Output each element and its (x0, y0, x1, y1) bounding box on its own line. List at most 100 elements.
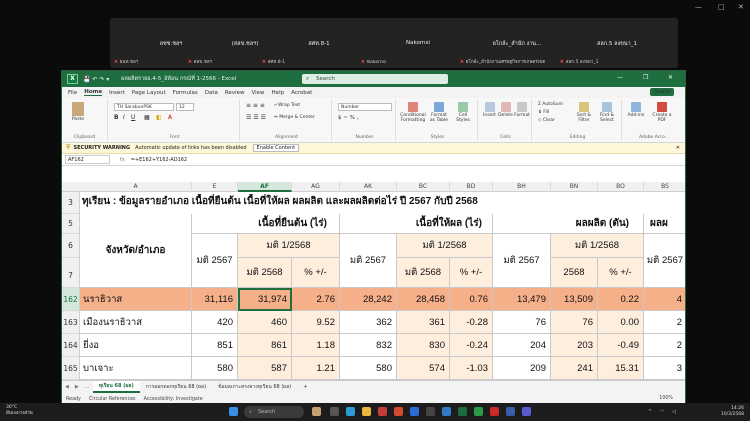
row-header[interactable]: 6 (62, 234, 80, 258)
data-cell[interactable]: -0.28 (450, 311, 493, 334)
column-header[interactable]: AF (238, 182, 292, 192)
district-cell[interactable]: เมืองนราธิวาส (80, 311, 192, 334)
tab-data[interactable]: Data (205, 90, 218, 96)
paste-button[interactable]: Paste (68, 102, 88, 122)
zoom-level[interactable]: 100% (659, 396, 673, 401)
data-cell[interactable]: 861 (238, 334, 292, 357)
delete-cells-button[interactable]: Delete (498, 102, 513, 118)
row-header[interactable]: 163 (62, 311, 80, 334)
acrobat-icon[interactable] (490, 407, 499, 416)
borders-icon[interactable]: ▦ (144, 115, 150, 121)
standing-area-header[interactable]: เนื้อที่ยืนต้น (ไร่) (192, 214, 340, 234)
cell-styles-button[interactable]: Cell Styles (452, 102, 474, 123)
data-cell[interactable]: 4 (644, 288, 685, 311)
format-cells-button[interactable]: Format (514, 102, 530, 118)
app-icon[interactable] (378, 407, 387, 416)
tab-insert[interactable]: Insert (109, 90, 125, 96)
data-cell[interactable]: 362 (340, 311, 397, 334)
data-cell[interactable]: 1.18 (292, 334, 340, 357)
name-box[interactable]: AF162 (65, 155, 110, 164)
weather-widget[interactable]: 30°C มีเมฆบางส่วน (6, 405, 33, 417)
data-cell[interactable]: -1.03 (450, 357, 493, 380)
find-select-button[interactable]: Find & Select (596, 102, 618, 123)
number-format-select[interactable]: Number (338, 103, 392, 111)
tab-formulas[interactable]: Formulas (173, 90, 198, 96)
data-cell[interactable]: 31,116 (192, 288, 238, 311)
font-color-icon[interactable]: A (168, 115, 172, 121)
data-cell[interactable]: 28,242 (340, 288, 397, 311)
data-cell[interactable]: 28,458 (397, 288, 450, 311)
sub-2568-header[interactable]: 2568 (551, 258, 598, 288)
italic-button[interactable]: I (123, 115, 125, 121)
yield-header[interactable]: ผลผ (644, 214, 685, 234)
data-cell[interactable]: 2.76 (292, 288, 340, 311)
data-cell[interactable]: 76 (493, 311, 551, 334)
data-cell[interactable]: 580 (340, 357, 397, 380)
survey-2568-header[interactable]: มติ 1/2568 (397, 234, 493, 258)
data-cell[interactable]: 587 (238, 357, 292, 380)
selected-cell[interactable]: 31,974 (238, 288, 292, 311)
teams-icon[interactable] (522, 407, 531, 416)
accessibility-status[interactable]: Accessibility: Investigate (144, 397, 203, 402)
insert-cells-button[interactable]: Insert (482, 102, 497, 118)
data-cell[interactable]: 76 (551, 311, 598, 334)
share-button[interactable]: Share (650, 88, 674, 96)
column-header[interactable]: BH (493, 182, 551, 192)
enable-content-button[interactable]: Enable Content (252, 144, 300, 152)
survey-2567-header[interactable]: มติ 2567 (192, 234, 238, 288)
survey-2567-header[interactable]: มติ 2567 (340, 234, 397, 288)
close-icon[interactable]: ✕ (738, 3, 744, 11)
district-cell[interactable]: ยี่งอ (80, 334, 192, 357)
volume-icon[interactable]: ◁ (672, 409, 676, 415)
data-cell[interactable]: 15.31 (598, 357, 644, 380)
create-pdf-button[interactable]: Create a PDF (650, 102, 674, 123)
pct-header[interactable]: % +/- (292, 258, 340, 288)
tab-acrobat[interactable]: Acrobat (291, 90, 312, 96)
fill-button[interactable]: ⬇ Fill (538, 110, 549, 115)
word-icon[interactable] (442, 407, 451, 416)
data-cell[interactable]: 460 (238, 311, 292, 334)
row-header[interactable]: 164 (62, 334, 80, 357)
app-icon[interactable] (426, 407, 435, 416)
data-cell[interactable]: 9.52 (292, 311, 340, 334)
font-name-select[interactable]: TH SarabunPSK (114, 103, 174, 111)
format-as-table-button[interactable]: Format as Table (428, 102, 450, 123)
wrap-text-button[interactable]: ⤶ Wrap Text (274, 103, 300, 108)
survey-2567-header[interactable]: มติ 2567 (644, 234, 685, 288)
maximize-icon[interactable]: □ (718, 3, 725, 11)
row-header[interactable]: 162 (62, 288, 80, 311)
underline-button[interactable]: U (131, 115, 135, 121)
tab-view[interactable]: View (251, 90, 264, 96)
tab-help[interactable]: Help (272, 90, 285, 96)
district-cell[interactable]: นราธิวาส (80, 288, 192, 311)
data-cell[interactable]: 580 (192, 357, 238, 380)
close-icon[interactable]: ✕ (676, 145, 680, 151)
edge-icon[interactable] (346, 407, 355, 416)
task-view-icon[interactable] (330, 407, 339, 416)
tab-prev-icon[interactable]: ◀ (65, 384, 69, 390)
wifi-icon[interactable]: ◠ (660, 409, 664, 415)
pct-header[interactable]: % +/- (598, 258, 644, 288)
column-header[interactable]: E (192, 182, 238, 192)
minimize-icon[interactable]: — (695, 3, 702, 11)
taskbar-search[interactable]: ⌕ Search (244, 406, 304, 418)
data-cell[interactable]: 13,479 (493, 288, 551, 311)
district-cell[interactable]: บาเจาะ (80, 357, 192, 380)
align-top-icon[interactable]: ≡ ≡ ≡ (246, 103, 265, 109)
fx-icon[interactable]: fx (120, 157, 125, 163)
data-cell[interactable]: 2 (644, 311, 685, 334)
data-cell[interactable]: 0.22 (598, 288, 644, 311)
data-cell[interactable]: 209 (493, 357, 551, 380)
sheet-title[interactable]: ทุเรียน : ข้อมูลรายอำเภอ เนื้อที่ยืนต้น … (82, 194, 478, 209)
addins-button[interactable]: Add-ins (626, 102, 646, 118)
participant-tile[interactable]: สลก.5 ลงขนา_1 ✖ สลก.5 ลงขนา_1 (556, 18, 678, 68)
data-cell[interactable]: 830 (397, 334, 450, 357)
row-header[interactable]: 3 (62, 192, 80, 214)
harvested-area-header[interactable]: เนื้อที่ให้ผล (ไร่) (340, 214, 493, 234)
data-cell[interactable]: 203 (551, 334, 598, 357)
column-header[interactable]: A (80, 182, 192, 192)
sheet-tab[interactable]: การออกดอกทุเรียน 68 (ผล) (140, 383, 212, 391)
data-cell[interactable]: 851 (192, 334, 238, 357)
data-cell[interactable]: 241 (551, 357, 598, 380)
data-cell[interactable]: 420 (192, 311, 238, 334)
